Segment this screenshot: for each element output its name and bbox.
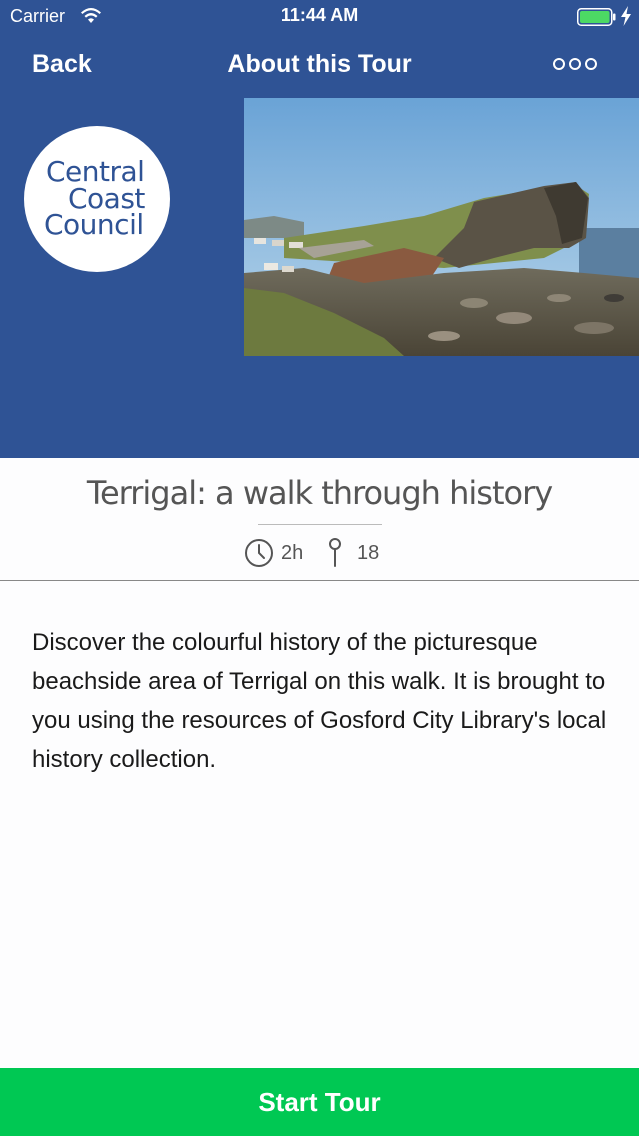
council-logo: Central Coast Council	[24, 126, 170, 272]
more-dots-icon[interactable]	[553, 56, 597, 72]
tour-header-banner: Central Coast Council	[0, 98, 639, 458]
tour-stop-count: 18	[357, 542, 380, 564]
title-divider	[258, 524, 382, 525]
charging-bolt-icon	[621, 6, 631, 26]
tour-photo	[244, 98, 639, 356]
navigation-bar: Back About this Tour	[0, 34, 639, 98]
clock-icon	[245, 539, 273, 567]
logo-text-line: Council	[44, 208, 144, 241]
clock-time: 11:44 AM	[280, 5, 359, 25]
tour-duration: 2h	[281, 542, 304, 564]
tour-detail-screen: Carrier 11:44 AM Back About this Tour Ce…	[0, 0, 639, 1136]
nav-title: About this Tour	[227, 50, 412, 78]
tour-title: Terrigal: a walk through history	[86, 474, 553, 512]
battery-icon	[577, 8, 616, 26]
status-bar: Carrier 11:44 AM	[0, 0, 639, 34]
start-tour-button[interactable]: Start Tour	[0, 1068, 639, 1136]
map-pin-icon	[329, 538, 341, 567]
tour-description: Discover the colourful history of the pi…	[32, 629, 607, 773]
section-divider	[0, 580, 639, 581]
tour-meta: 2h 18	[0, 536, 639, 570]
